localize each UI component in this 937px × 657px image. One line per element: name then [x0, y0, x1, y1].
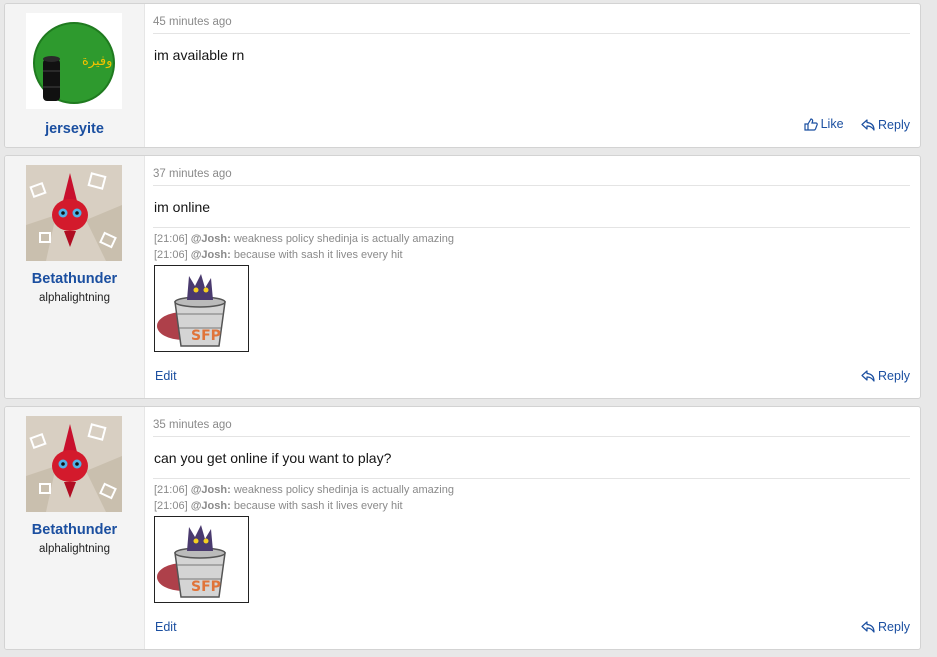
signature-divider	[153, 478, 910, 479]
divider	[153, 436, 910, 437]
thumbs-up-icon	[804, 117, 818, 131]
post-date[interactable]: 45 minutes ago	[153, 16, 232, 28]
sig-text: because with sash it lives every hit	[233, 500, 403, 512]
post-actions: Reply	[847, 369, 910, 385]
like-button[interactable]: Like	[804, 117, 844, 131]
bucket-image: SFP	[157, 274, 226, 347]
post-user-info: Betathunder alphalightning	[5, 407, 145, 649]
signature-image: SFP	[154, 265, 249, 352]
like-label: Like	[820, 117, 844, 131]
sig-user: @Josh:	[190, 484, 231, 496]
divider	[153, 33, 910, 34]
post-message: im available rn	[154, 47, 245, 63]
bucket-image: SFP	[157, 525, 226, 598]
sig-text: weakness policy shedinja is actually ama…	[233, 233, 454, 245]
avatar-text: وفيرة	[82, 54, 112, 69]
post-message: im online	[154, 199, 211, 215]
svg-text:SFP: SFP	[191, 579, 221, 595]
sig-user: @Josh:	[190, 233, 231, 245]
sig-time: [21:06]	[154, 500, 188, 512]
reply-label: Reply	[878, 620, 910, 634]
post: Betathunder alphalightning 35 minutes ag…	[4, 406, 921, 650]
edit-button[interactable]: Edit	[155, 369, 177, 383]
signature-line: [21:06] @Josh: weakness policy shedinja …	[154, 233, 454, 245]
avatar-image: وفيرة	[26, 13, 122, 109]
sig-time: [21:06]	[154, 233, 188, 245]
reply-button[interactable]: Reply	[861, 620, 910, 634]
sig-text: because with sash it lives every hit	[233, 249, 403, 261]
post-user-info: Betathunder alphalightning	[5, 156, 145, 398]
sig-user: @Josh:	[190, 500, 231, 512]
reply-arrow-icon	[861, 118, 875, 131]
post-actions: Like Reply	[790, 117, 910, 134]
post-message: can you get online if you want to play?	[154, 450, 392, 466]
signature-line: [21:06] @Josh: weakness policy shedinja …	[154, 484, 454, 496]
username[interactable]: Betathunder	[5, 271, 144, 287]
sig-text: weakness policy shedinja is actually ama…	[233, 484, 454, 496]
post: وفيرة jerseyite 45 minutes ago im availa…	[4, 3, 921, 148]
edit-button[interactable]: Edit	[155, 620, 177, 634]
reply-button[interactable]: Reply	[861, 118, 910, 132]
post-date[interactable]: 35 minutes ago	[153, 419, 232, 431]
user-title: alphalightning	[39, 543, 110, 555]
username[interactable]: Betathunder	[5, 522, 144, 538]
sig-time: [21:06]	[154, 484, 188, 496]
post-user-info: وفيرة jerseyite	[5, 4, 145, 147]
post-date[interactable]: 37 minutes ago	[153, 168, 232, 180]
signature-image: SFP	[154, 516, 249, 603]
user-title: alphalightning	[39, 292, 110, 304]
reply-label: Reply	[878, 117, 910, 132]
post-actions: Reply	[847, 620, 910, 636]
svg-text:SFP: SFP	[191, 328, 221, 344]
avatar-image	[26, 416, 122, 512]
avatar[interactable]	[26, 416, 122, 512]
username[interactable]: jerseyite	[5, 121, 144, 137]
avatar[interactable]	[26, 165, 122, 261]
avatar-image	[26, 165, 122, 261]
reply-button[interactable]: Reply	[861, 369, 910, 383]
signature-line: [21:06] @Josh: because with sash it live…	[154, 249, 403, 261]
reply-arrow-icon	[861, 370, 875, 382]
sig-time: [21:06]	[154, 249, 188, 261]
sig-user: @Josh:	[190, 249, 231, 261]
divider	[153, 185, 910, 186]
avatar[interactable]: وفيرة	[26, 13, 122, 109]
reply-arrow-icon	[861, 621, 875, 633]
post: Betathunder alphalightning 37 minutes ag…	[4, 155, 921, 399]
signature-line: [21:06] @Josh: because with sash it live…	[154, 500, 403, 512]
reply-label: Reply	[878, 369, 910, 383]
signature-divider	[153, 227, 910, 228]
